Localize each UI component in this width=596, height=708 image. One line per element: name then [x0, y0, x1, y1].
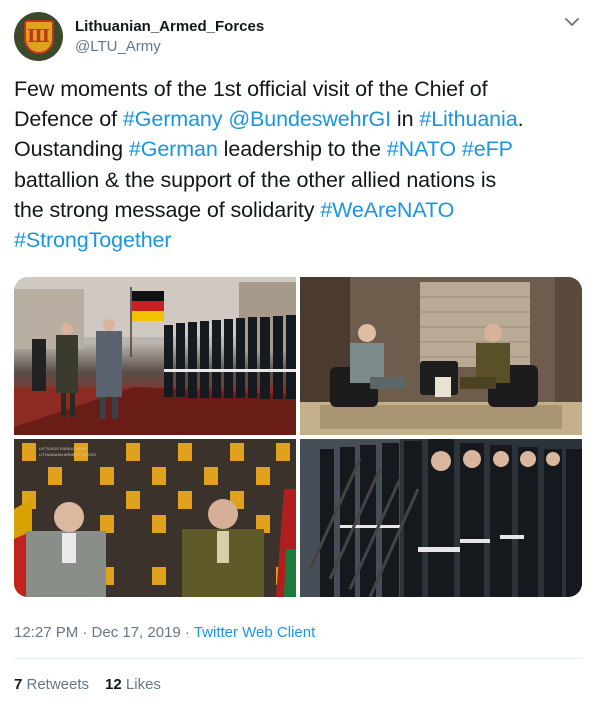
photo-honor-guard-review[interactable] [14, 277, 296, 435]
hashtag-link[interactable]: #German [129, 137, 218, 161]
hashtag-link[interactable]: #Germany [123, 107, 223, 131]
tweet-text-line: #StrongTogether [14, 225, 584, 255]
hashtag-link[interactable]: #Lithuania [419, 107, 517, 131]
author-handle[interactable]: @LTU_Army [75, 38, 161, 55]
chevron-down-icon [565, 17, 579, 26]
hashtag-link[interactable]: #eFP [462, 137, 513, 161]
banner-text-2: LITHUANIAN ARMED FORCES [39, 452, 96, 457]
hashtag-link[interactable]: #StrongTogether [14, 228, 172, 252]
photo-press-conference[interactable]: LIETUVOS KARIUOMENĖ LITHUANIAN ARMED FOR… [14, 439, 296, 597]
retweets-stat[interactable]: 7 Retweets [14, 676, 89, 693]
hashtag-link[interactable]: #NATO [387, 137, 456, 161]
tweet-text-segment: . [517, 107, 524, 132]
tweet-text-segment: Defence of [14, 107, 123, 132]
tweet-text-line: Few moments of the 1st official visit of… [14, 74, 584, 104]
avatar[interactable]: Ш [14, 12, 63, 61]
tweet-stats: 7 Retweets 12 Likes [14, 676, 177, 693]
tweet-text-line: battallion & the support of the other al… [14, 165, 584, 195]
client-link[interactable]: Twitter Web Client [194, 624, 315, 641]
media-grid: LIETUVOS KARIUOMENĖ LITHUANIAN ARMED FOR… [14, 277, 582, 597]
likes-stat[interactable]: 12 Likes [105, 676, 161, 693]
tweet: Ш Lithuanian_Armed_Forces @LTU_Army Few … [0, 0, 596, 708]
divider [14, 658, 582, 659]
likes-count: 12 [105, 676, 122, 693]
tweet-text-line: Defence of #Germany @BundeswehrGI in #Li… [14, 104, 584, 134]
tweet-text-segment: battallion & the support of the other al… [14, 167, 497, 192]
banner-text: LIETUVOS KARIUOMENĖ [39, 446, 87, 451]
timestamp-text[interactable]: 12:27 PM · Dec 17, 2019 · [14, 624, 194, 641]
tweet-text-segment: Few moments of the 1st official visit of… [14, 77, 488, 101]
lithuanian-armed-forces-emblem-icon: Ш [23, 19, 54, 54]
tweet-text-segment: leadership to the [217, 137, 387, 162]
mention-link[interactable]: @BundeswehrGI [228, 107, 391, 131]
photo-meeting-armchairs[interactable] [300, 277, 582, 435]
author-display-name[interactable]: Lithuanian_Armed_Forces [75, 18, 264, 35]
retweets-label: Retweets [22, 676, 90, 693]
tweet-text-line: the strong message of solidarity #WeAreN… [14, 195, 584, 225]
tweet-text-segment: Oustanding [14, 137, 129, 162]
tweet-text: Few moments of the 1st official visit of… [14, 74, 584, 255]
photo-soldiers-rifles[interactable] [300, 439, 582, 597]
hashtag-link[interactable]: #WeAreNATO [320, 198, 454, 222]
tweet-text-segment: in [391, 107, 420, 132]
tweet-text-segment: the strong message of solidarity [14, 197, 321, 222]
tweet-timestamp: 12:27 PM · Dec 17, 2019 · Twitter Web Cl… [14, 624, 315, 641]
likes-label: Likes [121, 676, 161, 693]
tweet-menu-button[interactable] [564, 14, 580, 30]
tweet-text-line: Oustanding #German leadership to the #NA… [14, 134, 584, 164]
